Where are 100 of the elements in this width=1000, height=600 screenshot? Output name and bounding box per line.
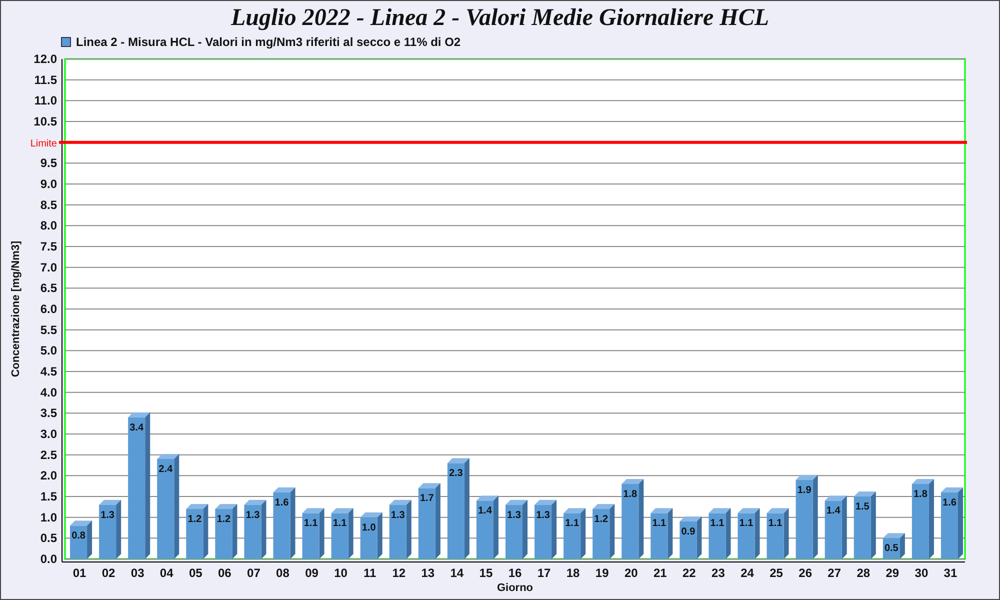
- data-label: 2.4: [158, 464, 173, 475]
- bar: [70, 526, 88, 559]
- data-label: 1.3: [100, 510, 114, 521]
- y-tick-label: 10.5: [34, 114, 57, 128]
- y-tick-label: 1.5: [40, 490, 57, 504]
- y-tick-label: 11.0: [34, 94, 57, 108]
- data-label: 1.1: [565, 518, 580, 530]
- x-tick-label: 17: [537, 566, 551, 580]
- data-label: 1.8: [623, 489, 638, 500]
- bar: [389, 504, 406, 559]
- data-label: 2.3: [448, 468, 463, 480]
- bar: [215, 509, 232, 559]
- data-label: 1.0: [362, 522, 376, 534]
- y-tick-label: 9.0: [40, 177, 57, 191]
- x-tick-label: 30: [914, 566, 928, 580]
- data-label: 0.9: [681, 526, 696, 538]
- x-tick-label: 03: [130, 566, 144, 580]
- y-tick-label: 0.5: [40, 531, 57, 546]
- data-label: 1.3: [507, 510, 521, 521]
- bar: [738, 513, 755, 559]
- data-label: 1.4: [478, 506, 492, 517]
- y-tick-label: 7.0: [40, 260, 57, 274]
- x-tick-label: 24: [740, 566, 754, 580]
- y-tick-label: 8.0: [40, 218, 57, 233]
- y-tick-label: 4.5: [40, 364, 57, 378]
- data-label: 1.3: [246, 510, 260, 521]
- x-tick-label: 11: [364, 566, 376, 580]
- bar: [186, 509, 204, 559]
- x-tick-label: 10: [334, 566, 348, 580]
- data-label: 1.9: [797, 484, 812, 496]
- x-tick-label: 21: [653, 566, 667, 580]
- bar: [273, 492, 290, 559]
- y-axis-title: Concentrazione [mg/Nm3]: [10, 240, 22, 378]
- x-tick-label: 16: [508, 566, 522, 580]
- chart-title: Luglio 2022 - Linea 2 - Valori Medie Giornaliere HCL: [231, 4, 769, 33]
- bar: [824, 500, 842, 559]
- y-tick-label: 9.5: [40, 156, 57, 170]
- y-tick-label: 4.0: [40, 385, 57, 400]
- bar: [418, 488, 436, 559]
- data-label: 1.1: [652, 518, 666, 530]
- bar: [360, 517, 378, 559]
- data-label: 1.1: [710, 518, 724, 530]
- data-label: 1.7: [420, 493, 434, 504]
- data-label: 1.6: [942, 497, 956, 508]
- data-label: 1.1: [768, 518, 782, 530]
- x-tick-label: 05: [188, 566, 202, 580]
- x-tick-label: 18: [566, 566, 580, 580]
- x-tick-label: 28: [856, 566, 870, 580]
- y-tick-label: 5.0: [40, 344, 57, 358]
- y-tick-label: 2.5: [40, 448, 57, 462]
- bar: [708, 513, 726, 559]
- legend-swatch-icon: [61, 37, 71, 47]
- x-tick-label: 27: [828, 566, 842, 580]
- y-tick-label: 11.5: [34, 72, 57, 87]
- y-tick-label: 2.0: [40, 468, 57, 483]
- data-label: 1.2: [188, 514, 202, 525]
- y-tick-label: 12.0: [34, 52, 57, 66]
- bar: [302, 513, 320, 559]
- data-label: 1.1: [739, 518, 754, 530]
- x-tick-label: 07: [247, 566, 260, 580]
- x-tick-label: 01: [72, 566, 86, 580]
- data-label: 1.5: [855, 502, 870, 512]
- bar: [766, 513, 784, 559]
- y-tick-label: 0.0: [40, 552, 57, 566]
- y-tick-label: 3.5: [40, 406, 57, 420]
- bar: [99, 504, 116, 559]
- x-tick-label: 25: [770, 566, 783, 580]
- bar: [564, 513, 581, 559]
- x-tick-label: 14: [450, 566, 464, 580]
- data-label: 1.2: [216, 514, 231, 525]
- data-label: 1.3: [536, 510, 550, 521]
- x-axis-title: Giorno: [496, 582, 534, 594]
- x-tick-label: 09: [305, 566, 318, 580]
- y-tick-label: 6.0: [40, 302, 57, 316]
- data-label: 1.6: [274, 497, 289, 508]
- x-tick-label: 26: [798, 566, 812, 580]
- x-tick-label: 13: [421, 566, 435, 580]
- x-tick-label: 06: [218, 566, 232, 580]
- x-tick-label: 29: [886, 566, 900, 580]
- y-tick-label: 6.5: [40, 281, 57, 296]
- bar: [680, 522, 697, 559]
- data-label: 1.1: [332, 518, 347, 530]
- y-tick-label: Limite: [30, 138, 57, 150]
- x-tick-label: 22: [682, 566, 696, 580]
- data-label: 1.8: [914, 489, 928, 500]
- x-tick-label: 08: [276, 566, 290, 580]
- bar: [331, 513, 348, 559]
- data-label: 1.4: [826, 506, 840, 517]
- y-tick-label: 1.0: [40, 510, 57, 524]
- x-tick-label: 15: [479, 566, 493, 580]
- bar: [882, 538, 900, 559]
- y-tick-label: 5.5: [40, 322, 57, 337]
- x-tick-label: 04: [160, 566, 174, 580]
- data-label: 0.8: [72, 530, 86, 542]
- x-tick-label: 31: [944, 566, 958, 580]
- data-label: 1.2: [594, 514, 608, 525]
- x-tick-label: 02: [102, 566, 116, 580]
- bar: [592, 509, 610, 559]
- x-tick-label: 20: [624, 566, 638, 580]
- bar: [476, 500, 494, 559]
